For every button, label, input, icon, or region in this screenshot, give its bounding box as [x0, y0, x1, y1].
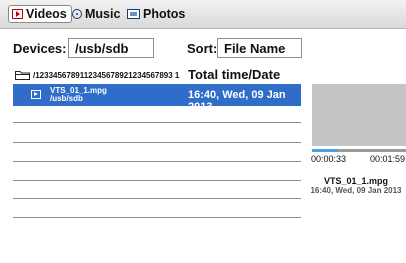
file-location: /usb/sdb	[50, 94, 83, 103]
tab-music[interactable]: Music	[72, 5, 120, 23]
tab-videos[interactable]: Videos	[8, 5, 72, 23]
video-preview	[312, 84, 406, 146]
tab-videos-label: Videos	[26, 7, 67, 21]
total-time: 00:01:59	[370, 154, 406, 164]
sort-label: Sort:	[187, 41, 218, 56]
list-divider	[13, 180, 301, 181]
list-divider	[13, 142, 301, 143]
tab-photos-label: Photos	[143, 7, 186, 21]
folder-icon	[15, 71, 30, 80]
date-column-header: Total time/Date	[188, 67, 281, 82]
list-divider	[13, 161, 301, 162]
devices-label: Devices:	[13, 41, 67, 56]
playback-progress-fill	[312, 149, 339, 152]
video-icon	[12, 9, 23, 19]
list-divider	[13, 122, 301, 123]
preview-file-name: VTS_01_1.mpg	[323, 176, 389, 186]
file-row-selected[interactable]: VTS_01_1.mpg /usb/sdb 16:40, Wed, 09 Jan…	[13, 84, 301, 113]
list-divider	[13, 217, 301, 218]
current-folder[interactable]: /1233456789112345678921234567893 1...	[15, 68, 180, 82]
photo-icon	[127, 9, 140, 19]
preview-file-date: 16:40, Wed, 09 Jan 2013	[310, 186, 402, 195]
video-file-icon	[31, 90, 41, 99]
devices-select[interactable]: /usb/sdb	[68, 38, 154, 58]
tab-music-label: Music	[85, 7, 121, 21]
list-divider	[13, 198, 301, 199]
tab-photos[interactable]: Photos	[127, 5, 185, 23]
file-date: 16:40, Wed, 09 Jan 2013	[188, 89, 286, 113]
playback-progress-bar[interactable]	[312, 149, 406, 152]
media-tab-bar: Videos Music Photos	[0, 0, 406, 29]
current-path: /1233456789112345678921234567893 1...	[33, 70, 180, 80]
current-time: 00:00:33	[311, 154, 347, 164]
music-icon	[72, 9, 82, 19]
sort-select[interactable]: File Name	[217, 38, 302, 58]
